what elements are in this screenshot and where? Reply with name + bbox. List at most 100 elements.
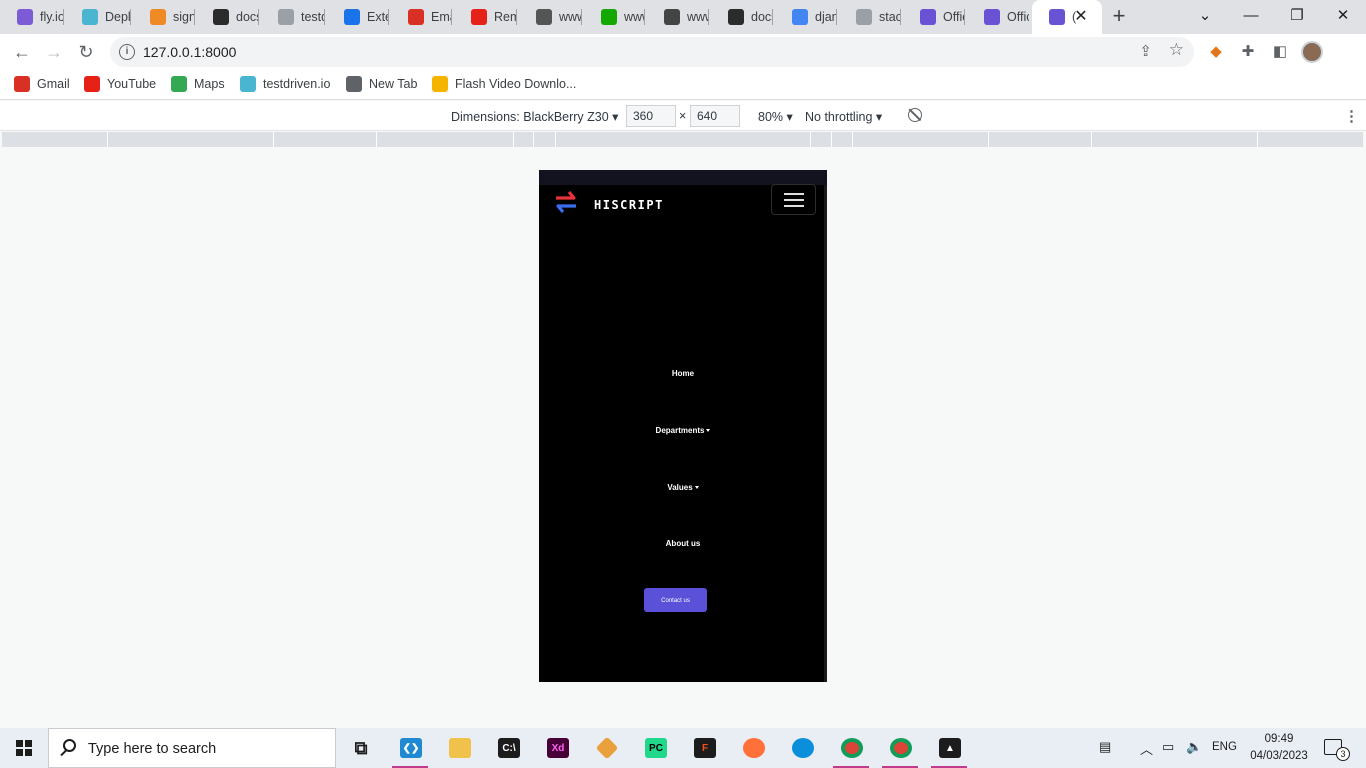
bookmark-6[interactable]: Flash Video Downlo... bbox=[432, 76, 576, 92]
rotate-icon[interactable] bbox=[908, 108, 922, 122]
restore-button[interactable]: ❐ bbox=[1285, 4, 1309, 28]
taskbar-chrome-2[interactable] bbox=[880, 728, 920, 768]
upwork-icon bbox=[601, 9, 617, 25]
device-height-input[interactable]: 640 bbox=[690, 105, 740, 127]
windows-taskbar: Type here to search ⧉ ❮❯ C:\ Xd PC F ▲ ▤… bbox=[0, 728, 1366, 768]
task-view-button[interactable]: ⧉ bbox=[340, 728, 380, 768]
tab-4[interactable]: docs bbox=[196, 4, 259, 30]
taskbar-search-box[interactable]: Type here to search bbox=[48, 728, 336, 768]
et-icon bbox=[664, 9, 680, 25]
tab-17[interactable]: ( bbox=[1032, 0, 1102, 34]
tab-16[interactable]: Offic bbox=[967, 4, 1029, 30]
flash-icon bbox=[432, 76, 448, 92]
tab-12[interactable]: docs bbox=[711, 4, 773, 30]
input-language[interactable]: ENG bbox=[1212, 741, 1237, 753]
nav-departments[interactable]: Departments bbox=[539, 426, 827, 435]
bookmark-4[interactable]: testdriven.io bbox=[240, 76, 330, 92]
minimize-button[interactable]: — bbox=[1239, 4, 1263, 28]
address-bar[interactable]: i 127.0.0.1:8000 ⇪ ☆ bbox=[110, 37, 1194, 67]
tab-strip: fly.io Depl signi docs testd Exte Emai Rem www ww… bbox=[0, 0, 1366, 34]
taskbar-photos[interactable]: ▲ bbox=[929, 728, 969, 768]
zoom-value: 80% bbox=[758, 110, 784, 124]
tab-search-chevron-icon[interactable]: ⌄ bbox=[1193, 4, 1217, 28]
url-text[interactable]: 127.0.0.1:8000 bbox=[143, 44, 236, 60]
nav-home[interactable]: Home bbox=[539, 369, 827, 378]
vscode-icon: ❮❯ bbox=[400, 738, 422, 758]
taskbar-chrome-1[interactable] bbox=[831, 728, 871, 768]
extensions-puzzle-icon[interactable]: ✚ bbox=[1237, 41, 1259, 63]
tab-3[interactable]: signi bbox=[133, 4, 195, 30]
show-hidden-icons-chevron[interactable]: ︿ bbox=[1140, 739, 1153, 758]
more-options-icon[interactable]: ⋮ bbox=[1344, 107, 1359, 125]
contact-button[interactable]: Contact us bbox=[644, 588, 707, 612]
search-icon bbox=[63, 739, 76, 752]
new-tab-button[interactable]: + bbox=[1109, 5, 1129, 27]
tab-13[interactable]: djan bbox=[775, 4, 837, 30]
taskbar-vscode[interactable]: ❮❯ bbox=[390, 728, 430, 768]
back-button[interactable]: ← bbox=[10, 40, 34, 64]
zoom-select[interactable]: 80% ▾ bbox=[758, 109, 793, 124]
tab-14[interactable]: stack bbox=[839, 4, 901, 30]
bolt-icon bbox=[984, 9, 1000, 25]
bookmark-star-icon[interactable]: ☆ bbox=[1169, 40, 1184, 60]
cube-icon bbox=[82, 9, 98, 25]
site-info-icon[interactable]: i bbox=[119, 44, 135, 60]
tab-label: www bbox=[624, 10, 645, 24]
nav-departments-label: Departments bbox=[655, 426, 705, 435]
nav-about[interactable]: About us bbox=[539, 539, 827, 548]
bookmark-2[interactable]: YouTube bbox=[84, 76, 156, 92]
taskbar-terminal[interactable]: C:\ bbox=[488, 728, 528, 768]
taskbar-clock[interactable]: 09:49 04/03/2023 bbox=[1249, 731, 1309, 765]
taskbar-edge[interactable] bbox=[782, 728, 822, 768]
close-window-button[interactable]: ✕ bbox=[1331, 4, 1355, 28]
bookmark-label: testdriven.io bbox=[263, 77, 331, 91]
volume-icon[interactable]: 🔈 bbox=[1186, 739, 1202, 755]
tab-9[interactable]: www bbox=[519, 4, 582, 30]
taskbar-git[interactable] bbox=[586, 728, 626, 768]
brand-name[interactable]: HISCRIPT bbox=[594, 198, 664, 212]
tab-5[interactable]: testd bbox=[261, 4, 325, 30]
throttle-value: No throttling bbox=[805, 110, 873, 124]
share-icon[interactable]: ⇪ bbox=[1139, 42, 1152, 60]
bookmark-3[interactable]: Maps bbox=[171, 76, 225, 92]
reload-button[interactable]: ↻ bbox=[74, 40, 98, 64]
metamask-icon[interactable]: ◆ bbox=[1205, 41, 1227, 63]
tab-6[interactable]: Exte bbox=[327, 4, 389, 30]
nav-values-label: Values bbox=[667, 483, 693, 492]
git-icon bbox=[595, 736, 619, 760]
windows-start-icon[interactable] bbox=[16, 740, 32, 756]
bookmark-1[interactable]: Gmail bbox=[14, 76, 70, 92]
close-tab-icon[interactable]: ✕ bbox=[1073, 9, 1089, 25]
news-widget-icon[interactable]: ▤ bbox=[1099, 739, 1111, 755]
tab-15[interactable]: Offic bbox=[903, 4, 965, 30]
cube-icon bbox=[278, 9, 294, 25]
media-query-bar[interactable] bbox=[2, 132, 1363, 147]
tab-2[interactable]: Depl bbox=[65, 4, 131, 30]
taskbar-firefox[interactable] bbox=[733, 728, 773, 768]
tab-label: Offic bbox=[943, 10, 965, 24]
viewport-top-strip bbox=[539, 170, 827, 185]
photos-icon: ▲ bbox=[939, 738, 961, 758]
profile-avatar[interactable] bbox=[1301, 41, 1323, 63]
forward-button[interactable]: → bbox=[42, 40, 66, 64]
bookmark-5[interactable]: New Tab bbox=[346, 76, 417, 92]
menu-toggle-button[interactable] bbox=[771, 184, 816, 215]
tab-label: signi bbox=[173, 10, 195, 24]
tab-7[interactable]: Emai bbox=[391, 4, 452, 30]
tab-1[interactable]: fly.io bbox=[0, 4, 64, 30]
taskbar-adobe-xd[interactable]: Xd bbox=[537, 728, 577, 768]
battery-icon[interactable]: ▭ bbox=[1162, 739, 1174, 755]
nav-values[interactable]: Values bbox=[539, 483, 827, 492]
taskbar-file-explorer[interactable] bbox=[439, 728, 479, 768]
tab-label: www bbox=[559, 10, 582, 24]
tab-11[interactable]: www bbox=[647, 4, 709, 30]
tab-10[interactable]: www bbox=[584, 4, 645, 30]
taskbar-pycharm[interactable]: PC bbox=[635, 728, 675, 768]
taskbar-figma[interactable]: F bbox=[684, 728, 724, 768]
throttle-select[interactable]: No throttling ▾ bbox=[805, 109, 882, 124]
device-select[interactable]: Dimensions: BlackBerry Z30 ▾ bbox=[451, 109, 618, 124]
search-placeholder: Type here to search bbox=[88, 741, 217, 757]
device-width-input[interactable]: 360 bbox=[626, 105, 676, 127]
tab-8[interactable]: Rem bbox=[454, 4, 517, 30]
side-panel-icon[interactable]: ◧ bbox=[1269, 41, 1291, 63]
